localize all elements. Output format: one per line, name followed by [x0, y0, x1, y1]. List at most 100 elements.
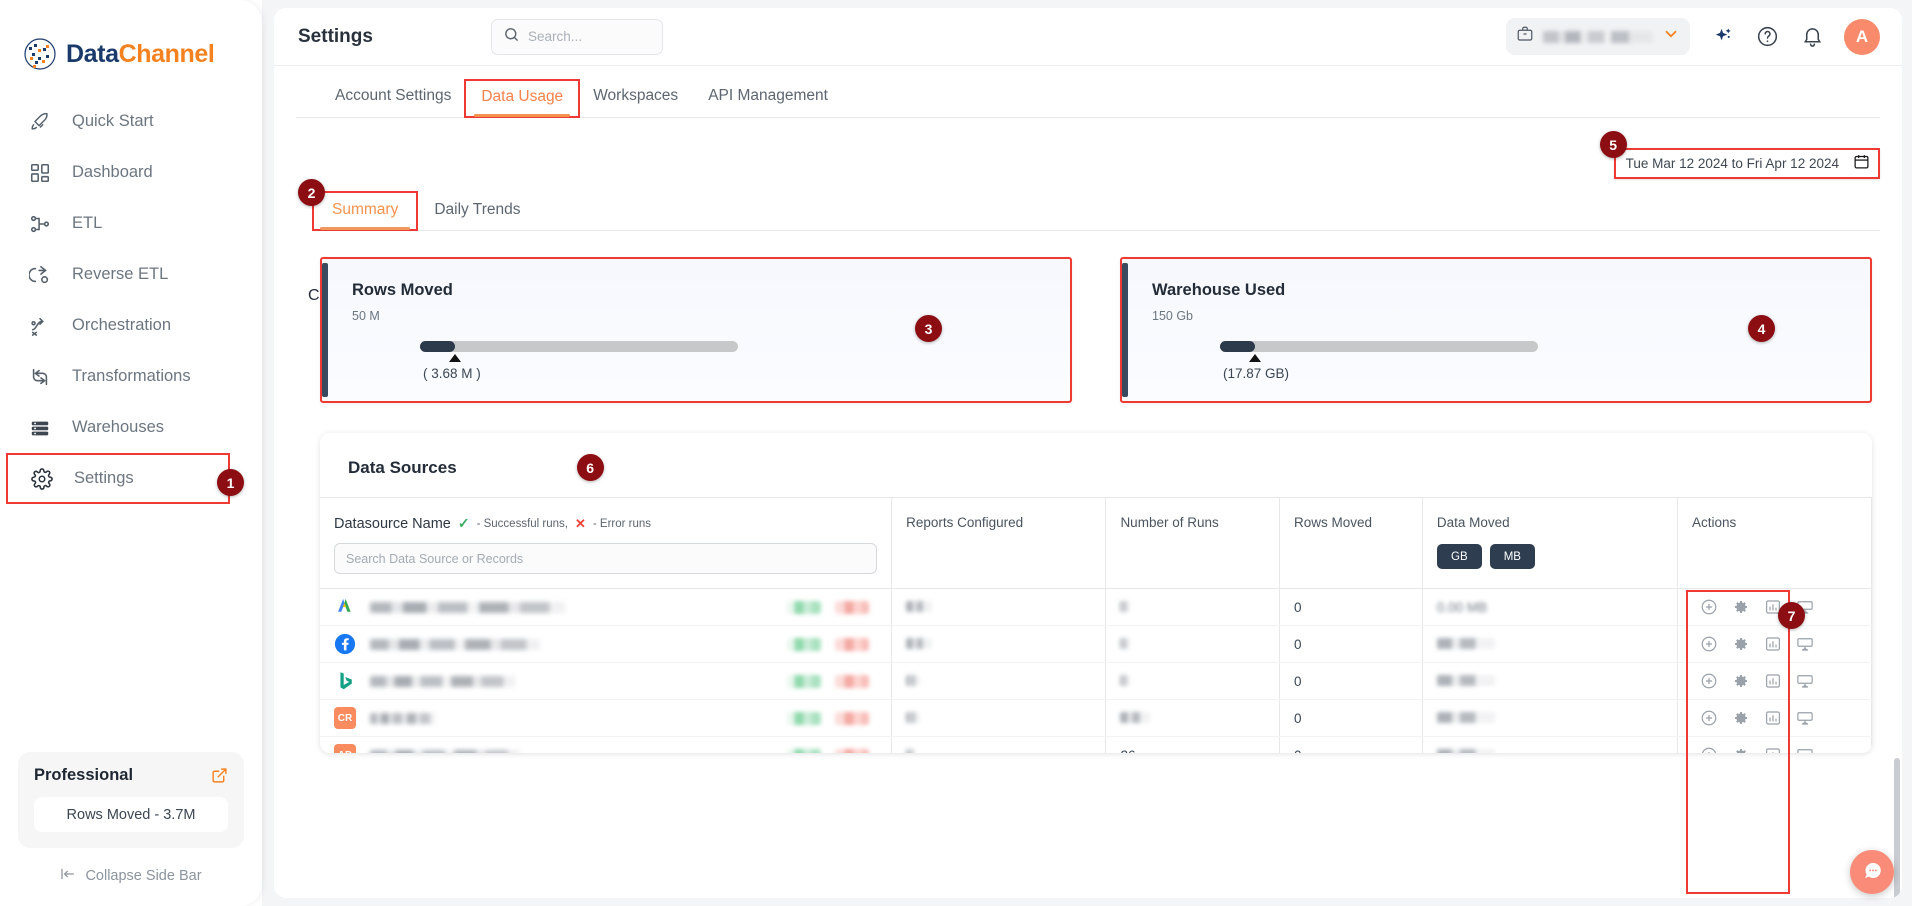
column-number-of-runs: Number of Runs [1105, 497, 1280, 589]
cell-number-of-runs: 26 [1105, 736, 1280, 753]
callout-marker-6: 6 [576, 454, 604, 481]
search-datasource-placeholder: Search Data Source or Records [346, 551, 524, 566]
external-link-icon[interactable] [211, 767, 228, 784]
global-search-input[interactable]: Search... [490, 18, 663, 55]
plan-card: Professional Rows Moved - 3.7M [18, 752, 244, 848]
plus-circle-icon[interactable] [1700, 746, 1718, 753]
table-row[interactable]: 0 0.00 MB [320, 588, 1872, 626]
unit-mb-button[interactable]: MB [1489, 544, 1535, 569]
sidebar-item-dashboard[interactable]: Dashboard [0, 147, 262, 198]
sidebar-item-settings[interactable]: Settings 1 [6, 453, 244, 504]
callout-marker-5: 5 [1599, 131, 1627, 158]
tab-api-management[interactable]: API Management [693, 87, 843, 117]
metric-current-value: (17.87 GB) [1222, 366, 1289, 381]
plus-circle-icon[interactable] [1700, 672, 1718, 690]
callout-marker-2: 2 [298, 179, 325, 206]
sidebar-item-label: Quick Start [72, 112, 154, 130]
tab-account-settings[interactable]: Account Settings [320, 87, 466, 117]
gear-icon[interactable] [1732, 672, 1750, 690]
cell-rows-moved: 0 [1278, 625, 1423, 663]
gear-icon [30, 467, 54, 491]
successful-runs-badge [787, 674, 822, 688]
run-indicators [787, 637, 891, 651]
brand-logo[interactable]: DataChannel [0, 0, 262, 78]
gear-icon[interactable] [1732, 598, 1750, 616]
workspace-selector[interactable] [1506, 18, 1690, 55]
sidebar-footer: Professional Rows Moved - 3.7M Collapse … [0, 752, 262, 886]
successful-runs-badge [787, 748, 822, 753]
table-row[interactable]: 0 [320, 662, 1872, 700]
plus-circle-icon[interactable] [1700, 598, 1718, 616]
tab-workspaces[interactable]: Workspaces [578, 87, 693, 117]
gear-icon[interactable] [1732, 635, 1750, 653]
plus-circle-icon[interactable] [1700, 635, 1718, 653]
plan-usage-value[interactable]: Rows Moved - 3.7M [34, 797, 228, 832]
sidebar-nav: Quick Start Dashboard ETL Reverse ETL Or… [0, 96, 262, 504]
run-indicators [787, 600, 891, 614]
plus-circle-icon[interactable] [1700, 709, 1718, 727]
unit-gb-button[interactable]: GB [1436, 544, 1482, 569]
run-indicators [787, 674, 891, 688]
table-vertical-scrollbar[interactable] [1894, 758, 1900, 898]
progress-caret-icon [448, 354, 461, 362]
cell-data-moved [1421, 736, 1678, 753]
briefcase-icon [1516, 25, 1534, 48]
ad-badge-icon: AD [334, 744, 356, 753]
cell-actions [1677, 588, 1872, 626]
chevron-down-icon[interactable] [1662, 25, 1680, 48]
column-rows-moved: Rows Moved [1278, 497, 1423, 589]
cell-actions [1677, 662, 1872, 700]
calendar-icon[interactable] [1853, 153, 1870, 175]
sidebar-item-etl[interactable]: ETL [0, 198, 262, 249]
app-root: DataChannel Quick Start Dashboard ETL Re… [0, 0, 1912, 906]
bar-chart-icon[interactable] [1764, 709, 1782, 727]
chat-widget-button[interactable] [1850, 850, 1894, 894]
table-row[interactable]: CR 0 [320, 699, 1872, 737]
sparkle-ai-icon[interactable] [1709, 24, 1735, 50]
brand-name: DataChannel [66, 39, 215, 69]
grid-icon [28, 161, 52, 185]
monitor-icon[interactable] [1796, 746, 1814, 753]
collapse-sidebar-label: Collapse Side Bar [85, 868, 202, 884]
metric-progress: (17.87 GB) [1220, 341, 1538, 381]
metric-current-value: ( 3.68 M ) [422, 366, 481, 381]
gear-icon[interactable] [1732, 709, 1750, 727]
sidebar: DataChannel Quick Start Dashboard ETL Re… [0, 0, 262, 906]
subtab-summary[interactable]: Summary [311, 191, 419, 231]
collapse-sidebar-button[interactable]: Collapse Side Bar [18, 866, 244, 886]
avatar[interactable]: A [1844, 18, 1880, 55]
sidebar-item-orchestration[interactable]: Orchestration [0, 300, 262, 351]
bar-chart-icon[interactable] [1764, 746, 1782, 753]
tab-data-usage[interactable]: Data Usage [464, 79, 581, 118]
sidebar-item-transformations[interactable]: Transformations [0, 351, 262, 402]
progress-fill [1220, 341, 1255, 352]
legend-success: - Successful runs, [476, 517, 568, 530]
help-circle-icon[interactable] [1754, 24, 1780, 50]
bar-chart-icon[interactable] [1764, 672, 1782, 690]
obscured-text: C [308, 287, 320, 304]
monitor-icon[interactable] [1796, 635, 1814, 653]
sidebar-item-reverse-etl[interactable]: Reverse ETL [0, 249, 262, 300]
metric-limit: 50 M [352, 309, 380, 323]
date-range-picker[interactable]: Tue Mar 12 2024 to Fri Apr 12 2024 [1613, 148, 1880, 179]
monitor-icon[interactable] [1796, 672, 1814, 690]
sidebar-item-warehouses[interactable]: Warehouses [0, 402, 262, 453]
cell-datasource-name: AD [320, 736, 892, 753]
gear-icon[interactable] [1732, 746, 1750, 753]
metric-card-warehouse-used: Warehouse Used 150 Gb (17.87 GB) 4 [1120, 257, 1872, 403]
usage-subtabs: 2 Summary Daily Trends [298, 179, 1880, 231]
table-row[interactable]: 0 [320, 625, 1872, 663]
subtab-daily-trends[interactable]: Daily Trends [416, 201, 538, 230]
cr-badge-icon: CR [334, 707, 356, 729]
search-datasource-input[interactable]: Search Data Source or Records [334, 543, 878, 574]
bell-icon[interactable] [1799, 24, 1825, 50]
bar-chart-icon[interactable] [1764, 635, 1782, 653]
table-row[interactable]: AD 260 [320, 736, 1872, 753]
cell-number-of-runs [1105, 625, 1280, 663]
sidebar-item-label: Orchestration [72, 316, 172, 334]
sidebar-item-quick-start[interactable]: Quick Start [0, 96, 262, 147]
monitor-icon[interactable] [1796, 709, 1814, 727]
cross-icon: ✕ [575, 515, 586, 531]
cell-rows-moved: 0 [1278, 699, 1423, 737]
brand-name-part2: Channel [118, 39, 215, 68]
